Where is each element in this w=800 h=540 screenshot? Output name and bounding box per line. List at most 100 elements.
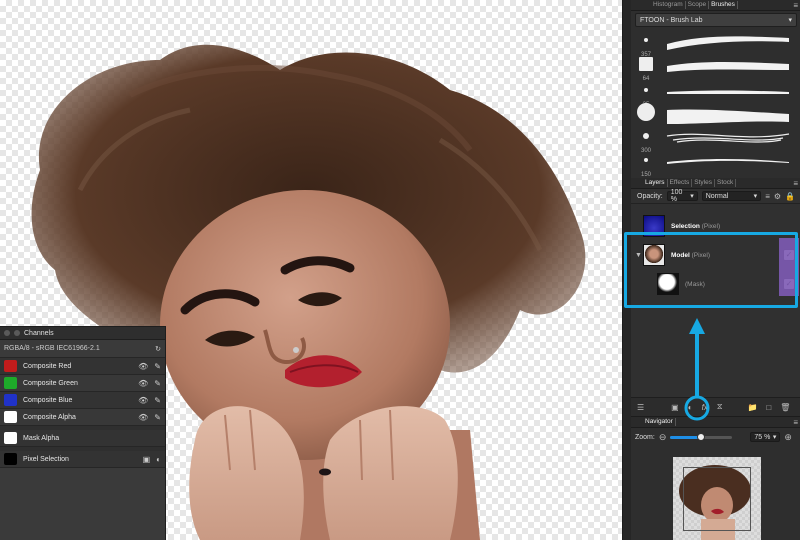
- brush-stroke-preview: [667, 36, 789, 50]
- layers-toolbar: ☰ ▣ ◐ fx ⧖ 📁 □ 🗑: [631, 397, 800, 416]
- brush-tip-icon: [635, 128, 657, 144]
- mask-alpha-row[interactable]: Mask Alpha: [0, 430, 165, 447]
- channels-panel: Channels RGBA/8 - sRGB IEC61966-2.1 ↻ Co…: [0, 326, 166, 540]
- zoom-label: Zoom:: [635, 433, 655, 441]
- layers-menu-icon[interactable]: ≡: [793, 179, 798, 188]
- navigator-panel: Navigator ≡ Zoom: ⊖ 75 % ▾ ⊕: [631, 416, 800, 540]
- mask-alpha-thumbnail: [4, 432, 17, 444]
- zoom-value: 75 %: [754, 433, 771, 441]
- opacity-label: Opacity:: [637, 192, 663, 200]
- brush-stroke-shape: [666, 133, 790, 143]
- eye-icon[interactable]: 👁: [138, 396, 148, 405]
- blend-mode-select[interactable]: Normal ▾: [701, 191, 762, 201]
- navigator-preview[interactable]: [673, 457, 761, 540]
- channel-thumbnail: [4, 394, 17, 406]
- selection-layer-type: (Pixel): [701, 222, 721, 230]
- close-icon[interactable]: [4, 330, 10, 336]
- chevron-down-icon: ▾: [788, 17, 792, 24]
- fx-icon[interactable]: fx: [702, 403, 708, 412]
- lock-icon[interactable]: 🔒: [785, 192, 795, 201]
- channel-thumbnail: [4, 411, 17, 423]
- brush-category-label: FTOON - Brush Lab: [640, 16, 703, 24]
- channel-label: Composite Red: [23, 362, 72, 370]
- pencil-icon[interactable]: ✎: [154, 379, 161, 388]
- layers-tab-bar: Layers Effects Styles Stock ≡: [631, 178, 800, 189]
- brush-stroke-preview: [667, 62, 789, 72]
- new-layer-icon[interactable]: □: [766, 403, 771, 412]
- brush-tip-icon: [635, 103, 657, 121]
- brush-list: 3576425300150: [631, 28, 800, 178]
- brush-stroke-shape: [667, 90, 789, 94]
- brushes-panel: Histogram Scope Brushes ≡ FTOON - Brush …: [631, 0, 800, 178]
- eye-icon[interactable]: 👁: [138, 413, 148, 422]
- tab-histogram[interactable]: Histogram: [651, 1, 686, 9]
- selection-layer-name: Selection: [671, 222, 700, 230]
- hourglass-icon[interactable]: ⧖: [717, 402, 723, 412]
- pixel-selection-thumbnail: [4, 453, 17, 465]
- channel-row[interactable]: Composite Green 👁 ✎: [0, 375, 165, 392]
- zoom-field[interactable]: 75 % ▾: [750, 432, 781, 442]
- brush-item[interactable]: 64: [631, 54, 800, 82]
- pixel-selection-label: Pixel Selection: [23, 455, 69, 463]
- gear-icon[interactable]: ⚙: [774, 192, 781, 201]
- square-icon[interactable]: ▣: [143, 455, 151, 464]
- top-tab-bar: Histogram Scope Brushes ≡: [631, 0, 800, 11]
- channel-format-label: RGBA/8 - sRGB IEC61966-2.1: [4, 345, 100, 352]
- eye-icon[interactable]: 👁: [138, 379, 148, 388]
- pixel-selection-row[interactable]: Pixel Selection ▣ ◐: [0, 451, 165, 468]
- brush-stroke-shape: [667, 36, 789, 50]
- trash-icon[interactable]: 🗑: [780, 403, 790, 412]
- brush-tip-icon: [635, 56, 657, 72]
- zoom-in-icon[interactable]: ⊕: [784, 432, 792, 443]
- navigator-view-rect[interactable]: [683, 467, 751, 531]
- brush-category-select[interactable]: FTOON - Brush Lab ▾: [635, 13, 797, 27]
- folder-icon[interactable]: 📁: [747, 403, 757, 412]
- layers-stack-icon[interactable]: ☰: [637, 403, 644, 412]
- mask-icon[interactable]: ◐: [156, 455, 161, 464]
- channel-row[interactable]: Composite Alpha 👁 ✎: [0, 409, 165, 426]
- opacity-field[interactable]: 100 % ▾: [666, 189, 698, 203]
- channel-row[interactable]: Composite Blue 👁 ✎: [0, 392, 165, 409]
- add-mask-icon[interactable]: ▣: [671, 403, 679, 412]
- opacity-row: Opacity: 100 % ▾ Normal ▾ ≡ ⚙ 🔒: [631, 189, 800, 204]
- tab-effects[interactable]: Effects: [668, 179, 693, 187]
- tab-styles[interactable]: Styles: [692, 179, 715, 187]
- zoom-out-icon[interactable]: ⊖: [659, 432, 667, 443]
- brush-stroke-shape: [667, 62, 789, 72]
- chevron-down-icon: ▾: [753, 193, 758, 200]
- navigator-menu-icon[interactable]: ≡: [793, 418, 798, 427]
- refresh-icon[interactable]: ↻: [155, 345, 161, 353]
- tab-scope[interactable]: Scope: [686, 1, 710, 9]
- layer-highlight-frame: [624, 232, 798, 308]
- collapse-icon[interactable]: [14, 330, 20, 336]
- channel-thumbnail: [4, 377, 17, 389]
- channel-label: Composite Alpha: [23, 413, 76, 421]
- brush-stroke-preview: [667, 90, 789, 94]
- channel-label: Composite Green: [23, 379, 78, 387]
- channels-header: Channels: [0, 327, 165, 340]
- brush-item[interactable]: 150: [631, 150, 800, 178]
- channel-thumbnail: [4, 360, 17, 372]
- brush-stroke-preview: [666, 133, 790, 143]
- chevron-down-icon: ▾: [772, 434, 777, 441]
- zoom-slider-knob[interactable]: [697, 432, 706, 441]
- channel-row[interactable]: Composite Red 👁 ✎: [0, 358, 165, 375]
- channel-label: Composite Blue: [23, 396, 73, 404]
- tab-brushes[interactable]: Brushes: [709, 1, 738, 9]
- adjustment-icon[interactable]: ◐: [688, 403, 693, 412]
- panel-menu-icon[interactable]: ≡: [793, 1, 798, 10]
- tab-layers[interactable]: Layers: [643, 179, 668, 187]
- mask-alpha-label: Mask Alpha: [23, 434, 60, 442]
- eye-icon[interactable]: 👁: [138, 362, 148, 371]
- blend-mode-value: Normal: [705, 192, 729, 200]
- tab-navigator[interactable]: Navigator: [643, 418, 676, 426]
- zoom-row: Zoom: ⊖ 75 % ▾ ⊕: [631, 428, 800, 446]
- brush-tip-icon: [635, 82, 657, 98]
- tab-stock[interactable]: Stock: [715, 179, 737, 187]
- channels-title: Channels: [24, 329, 54, 337]
- pencil-icon[interactable]: ✎: [154, 413, 161, 422]
- zoom-slider[interactable]: [670, 432, 733, 441]
- pencil-icon[interactable]: ✎: [154, 362, 161, 371]
- pencil-icon[interactable]: ✎: [154, 396, 161, 405]
- options-icon[interactable]: ≡: [765, 192, 770, 201]
